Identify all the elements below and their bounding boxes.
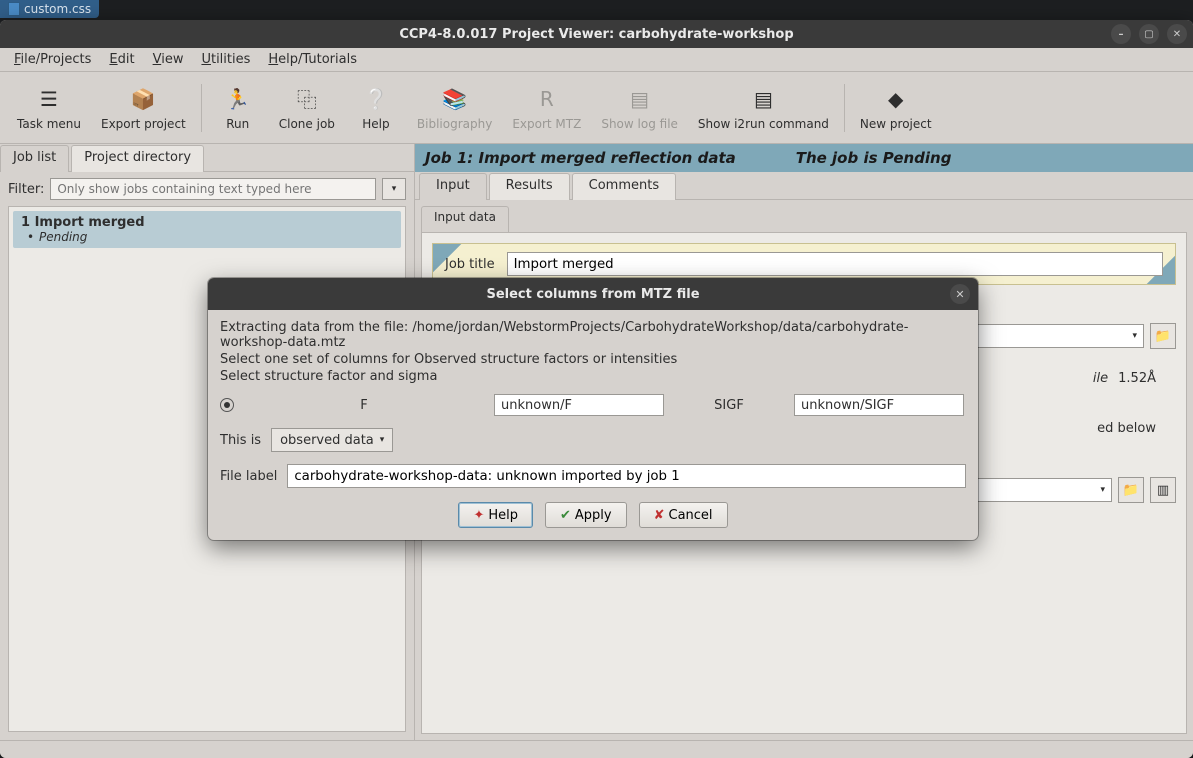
folder-icon: 📁 (1155, 329, 1171, 344)
menu-view[interactable]: View (145, 50, 192, 69)
job-header-status: The job is Pending (796, 149, 952, 167)
list-icon: ☰ (35, 85, 63, 113)
new-project-button[interactable]: ◆New project (851, 76, 941, 140)
job-item-status: Pending (21, 230, 393, 244)
dialog-text-line: Select structure factor and sigma (220, 369, 966, 384)
toolbar-separator (201, 84, 202, 132)
chevron-down-icon: ▾ (1132, 331, 1137, 341)
column-sigf-label: SIGF (674, 398, 784, 413)
browse-freer-button[interactable]: 📁 (1118, 477, 1144, 503)
toolbar: ☰Task menu 📦Export project 🏃Run ⿻Clone j… (0, 72, 1193, 144)
menu-edit[interactable]: Edit (101, 50, 142, 69)
chevron-down-icon: ▾ (1100, 485, 1105, 495)
job-title-label: Job title (445, 257, 495, 272)
background-tab-label: custom.css (24, 2, 91, 16)
data-type-select[interactable]: observed data▾ (271, 428, 393, 452)
cancel-button[interactable]: ✘Cancel (639, 502, 728, 528)
tab-input[interactable]: Input (419, 173, 487, 200)
run-icon: 🏃 (224, 85, 252, 113)
toolbar-separator (844, 84, 845, 132)
chevron-down-icon: ▾ (392, 184, 397, 194)
tab-input-data[interactable]: Input data (421, 206, 509, 232)
column-f-label: F (244, 398, 484, 413)
tab-results[interactable]: Results (489, 173, 570, 200)
new-project-icon: ◆ (882, 85, 910, 113)
filter-dropdown-button[interactable]: ▾ (382, 178, 406, 200)
help-button[interactable]: ✦Help (458, 502, 533, 528)
resolution-label: ile (1093, 371, 1108, 386)
background-editor-tab: custom.css (0, 0, 99, 18)
job-list-item[interactable]: 1 Import merged Pending (13, 211, 401, 248)
dialog-titlebar[interactable]: Select columns from MTZ file ✕ (208, 278, 978, 310)
dialog-close-button[interactable]: ✕ (950, 284, 970, 304)
file-label-input[interactable] (287, 464, 966, 488)
filter-input[interactable] (50, 178, 376, 200)
resolution-value: 1.52Å (1118, 371, 1156, 386)
this-is-label: This is (220, 433, 261, 448)
statusbar (0, 740, 1193, 758)
mtz-icon: R (533, 85, 561, 113)
job-title-input[interactable] (507, 252, 1163, 276)
log-icon: ▤ (626, 85, 654, 113)
filter-label: Filter: (8, 182, 44, 197)
job-header-title: Job 1: Import merged reflection data (425, 149, 736, 167)
help-icon: ❔ (362, 85, 390, 113)
help-button[interactable]: ❔Help (346, 76, 406, 140)
columns-icon: ▥ (1157, 483, 1169, 498)
export-mtz-button: RExport MTZ (503, 76, 590, 140)
bibliography-button: 📚Bibliography (408, 76, 501, 140)
run-button[interactable]: 🏃Run (208, 76, 268, 140)
column-sigf-field[interactable]: unknown/SIGF (794, 394, 964, 416)
file-icon (8, 2, 20, 16)
apply-button[interactable]: ✔Apply (545, 502, 627, 528)
resolution-row: ile 1.52Å (1093, 371, 1156, 386)
cancel-icon: ✘ (654, 508, 665, 523)
clone-job-button[interactable]: ⿻Clone job (270, 76, 344, 140)
maximize-button[interactable]: ▢ (1139, 24, 1159, 44)
job-item-title: 1 Import merged (21, 215, 393, 230)
menu-help[interactable]: Help/Tutorials (260, 50, 365, 69)
select-columns-dialog: Select columns from MTZ file ✕ Extractin… (208, 278, 978, 540)
tab-project-directory[interactable]: Project directory (71, 145, 204, 172)
export-icon: 📦 (129, 85, 157, 113)
show-log-button: ▤Show log file (592, 76, 687, 140)
columns-button[interactable]: ▥ (1150, 477, 1176, 503)
minimize-button[interactable]: – (1111, 24, 1131, 44)
menubar: File/Projects Edit View Utilities Help/T… (0, 48, 1193, 72)
dialog-text-line: Select one set of columns for Observed s… (220, 352, 966, 367)
menu-file[interactable]: File/Projects (6, 50, 99, 69)
note-text: ed below (1097, 421, 1156, 436)
column-set-radio[interactable] (220, 398, 234, 412)
close-button[interactable]: ✕ (1167, 24, 1187, 44)
help-icon: ✦ (473, 508, 484, 523)
tab-job-list[interactable]: Job list (0, 145, 69, 172)
titlebar[interactable]: CCP4-8.0.017 Project Viewer: carbohydrat… (0, 20, 1193, 48)
folder-icon: 📁 (1123, 483, 1139, 498)
dialog-title: Select columns from MTZ file (486, 287, 699, 302)
file-label-label: File label (220, 469, 277, 484)
check-icon: ✔ (560, 508, 571, 523)
column-f-field[interactable]: unknown/F (494, 394, 664, 416)
window-title: CCP4-8.0.017 Project Viewer: carbohydrat… (399, 27, 793, 42)
clone-icon: ⿻ (293, 85, 321, 113)
menu-utilities[interactable]: Utilities (193, 50, 258, 69)
job-header: Job 1: Import merged reflection data The… (415, 144, 1193, 172)
export-project-button[interactable]: 📦Export project (92, 76, 195, 140)
dialog-text-line: Extracting data from the file: /home/jor… (220, 320, 966, 350)
show-i2run-button[interactable]: ▤Show i2run command (689, 76, 838, 140)
book-icon: 📚 (441, 85, 469, 113)
chevron-down-icon: ▾ (380, 435, 385, 445)
tab-comments[interactable]: Comments (572, 173, 676, 200)
task-menu-button[interactable]: ☰Task menu (8, 76, 90, 140)
browse-file-button[interactable]: 📁 (1150, 323, 1176, 349)
command-icon: ▤ (749, 85, 777, 113)
